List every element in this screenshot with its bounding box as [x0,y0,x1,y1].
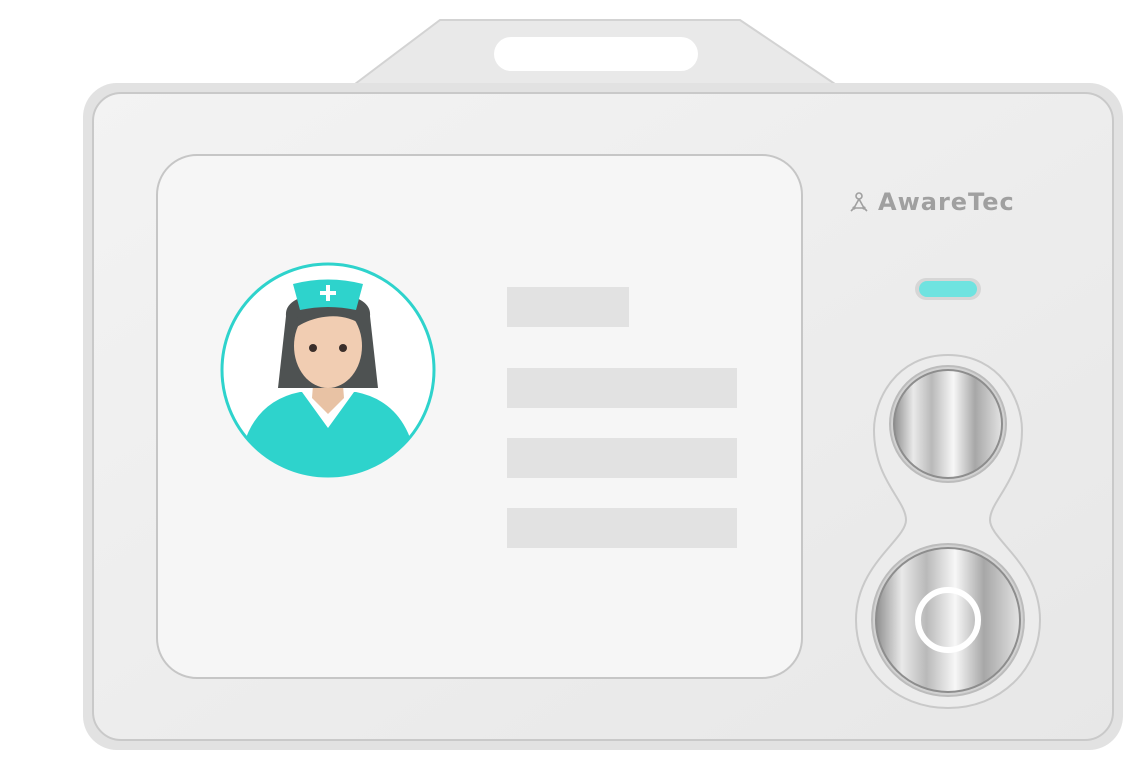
lanyard-tab [352,19,839,85]
placeholder-bar [507,438,737,478]
aware-logo-icon [850,192,868,212]
power-ring-icon[interactable] [871,543,1025,697]
nurse-avatar-icon [220,262,436,478]
lanyard-slot [494,37,698,71]
brand-name: AwareTec [878,188,1015,216]
brand-logo: AwareTec [848,185,1015,219]
top-button-icon[interactable] [889,365,1007,483]
status-led-icon [915,278,981,300]
placeholder-bar [507,287,629,327]
placeholder-bar [507,508,737,548]
placeholder-bar [507,368,737,408]
id-badge-illustration [83,19,1123,750]
